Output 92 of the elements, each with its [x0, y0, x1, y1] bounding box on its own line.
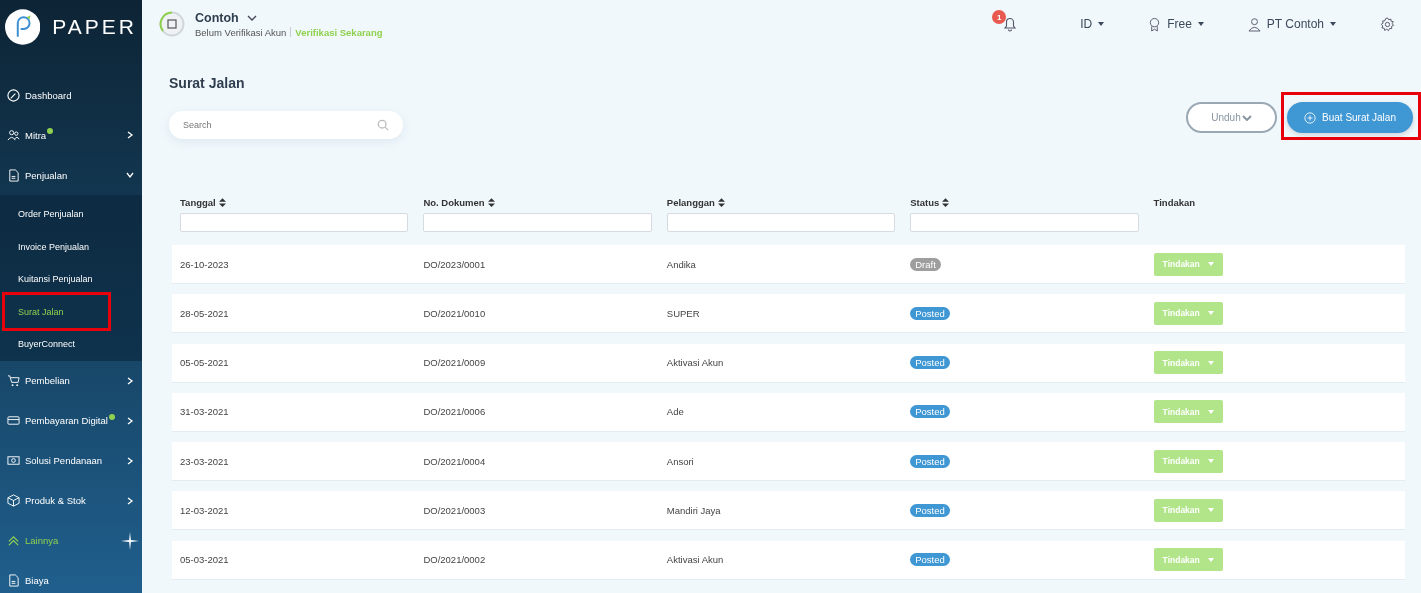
document-icon	[7, 168, 20, 182]
table-cell: Aktivasi Akun	[666, 357, 724, 369]
submenu-item[interactable]: Kuitansi Penjualan	[0, 263, 142, 296]
table-cell: 26-10-2023	[180, 258, 229, 270]
sort-icon[interactable]	[218, 197, 226, 207]
table-cell: DO/2021/0009	[423, 357, 486, 369]
card-icon	[7, 414, 20, 427]
sidebar-label: Biaya	[25, 575, 49, 586]
submenu-item[interactable]: Invoice Penjualan	[0, 230, 142, 263]
notification-badge: 1	[992, 10, 1007, 24]
table-cell: DO/2023/0001	[423, 258, 486, 270]
sidebar-item[interactable]: Pembelian	[0, 360, 142, 401]
table-cell: DO/2021/0010	[423, 307, 486, 319]
sidebar-item[interactable]: Pembayaran Digital	[0, 400, 142, 441]
status-badge: Posted	[910, 356, 950, 370]
dashboard-icon	[7, 88, 20, 102]
plus-circle-icon	[1304, 111, 1317, 124]
submenu-item[interactable]: BuyerConnect	[0, 328, 142, 361]
table-cell: DO/2021/0003	[423, 505, 486, 516]
page-title: Surat Jalan	[169, 75, 246, 91]
column-header[interactable]: Pelanggan	[666, 196, 715, 208]
filter-field[interactable]	[910, 213, 1139, 232]
status-badge: Draft	[910, 257, 941, 271]
table-cell: 12-03-2021	[180, 505, 229, 516]
table-cell: Mandiri Jaya	[666, 505, 721, 516]
account-dropdown[interactable]: PT Contoh	[1235, 16, 1348, 32]
plan-dropdown[interactable]: Free	[1136, 16, 1216, 32]
company-name[interactable]: Contoh	[195, 10, 239, 25]
sidebar-label: Dashboard	[25, 89, 72, 101]
status-badge: Posted	[910, 405, 950, 419]
table-cell: 31-03-2021	[180, 406, 229, 418]
table-cell: Ansori	[666, 455, 694, 467]
sort-icon[interactable]	[487, 197, 495, 207]
bell-icon[interactable]	[1002, 16, 1019, 32]
table-cell: Ade	[666, 406, 684, 418]
status-badge: Posted	[910, 504, 950, 517]
cart-icon	[7, 374, 20, 387]
filter-field[interactable]	[666, 213, 896, 232]
sidebar-item[interactable]: Penjualan	[0, 155, 142, 195]
submenu-item[interactable]: Surat Jalan	[0, 295, 142, 328]
sidebar-label: Produk & Stok	[25, 495, 86, 506]
money-icon	[7, 454, 20, 467]
sort-icon[interactable]	[942, 197, 950, 207]
search-icon	[377, 119, 389, 131]
status-badge: Posted	[910, 553, 950, 567]
filter-field[interactable]	[180, 213, 409, 232]
sidebar-item[interactable]: Produk & Stok	[0, 480, 142, 521]
submenu-item[interactable]: Order Penjualan	[0, 198, 142, 231]
sidebar-item[interactable]: Lainnya	[0, 520, 142, 561]
table-cell: Andika	[666, 258, 696, 270]
table-cell: 05-05-2021	[180, 357, 229, 369]
chevrons-up-icon	[7, 534, 20, 547]
status-badge: Posted	[910, 454, 950, 468]
table-cell: DO/2021/0006	[423, 406, 486, 418]
sidebar-item[interactable]: Solusi Pendanaan	[0, 440, 142, 481]
column-header: Tindakan	[1153, 196, 1196, 208]
award-icon	[1148, 16, 1162, 32]
sidebar-label: Pembelian	[25, 375, 70, 386]
sidebar-item[interactable]: Biaya	[0, 560, 142, 593]
sidebar-label: Mitra	[25, 129, 47, 141]
chevron-icon	[1241, 114, 1252, 121]
sidebar-label: Solusi Pendanaan	[25, 455, 103, 466]
sidebar-item[interactable]: Dashboard	[0, 75, 142, 115]
filter-field[interactable]	[423, 213, 652, 232]
chevron-icon	[246, 14, 257, 21]
box-icon	[7, 494, 20, 507]
language-dropdown[interactable]: ID	[1068, 17, 1117, 31]
user-icon	[1247, 16, 1261, 32]
sort-icon[interactable]	[717, 197, 725, 207]
table-cell: 05-03-2021	[180, 554, 229, 566]
settings-icon[interactable]	[1380, 16, 1395, 32]
logo-icon	[5, 9, 41, 45]
verification-status: Belum Verifikasi Akun	[195, 26, 287, 38]
people-icon	[7, 128, 20, 142]
sidebar-label: Pembayaran Digital	[25, 415, 108, 426]
status-badge: Posted	[910, 306, 950, 320]
table-cell: 23-03-2021	[180, 455, 229, 467]
table-cell: DO/2021/0002	[423, 554, 486, 566]
document-icon	[7, 574, 20, 587]
sidebar-label: Lainnya	[25, 535, 59, 546]
table-cell: 28-05-2021	[180, 307, 229, 319]
table-cell: DO/2021/0004	[423, 455, 486, 467]
column-header[interactable]: Tanggal	[180, 196, 216, 208]
store-icon	[159, 11, 185, 37]
sidebar-item[interactable]: Mitra	[0, 115, 142, 155]
column-header[interactable]: Status	[910, 196, 940, 208]
table-cell: SUPER	[666, 307, 700, 319]
column-header[interactable]: No. Dokumen	[423, 196, 485, 208]
brand-name: PAPER	[52, 15, 137, 39]
search-field[interactable]: Search	[169, 111, 403, 139]
sidebar-label: Penjualan	[25, 169, 68, 181]
table-cell: Aktivasi Akun	[666, 554, 724, 566]
